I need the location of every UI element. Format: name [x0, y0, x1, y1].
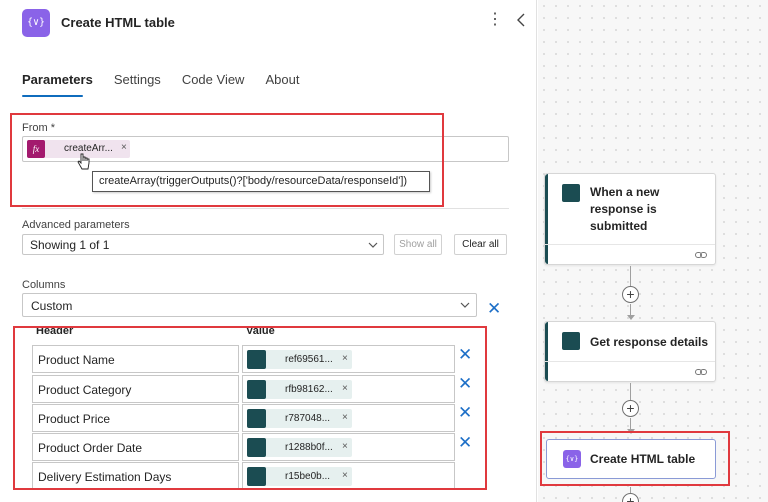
trigger-card[interactable]: When a new response is submitted	[544, 173, 716, 265]
collapse-panel-icon[interactable]	[515, 12, 527, 28]
card-title: Get response details	[590, 335, 709, 349]
more-options-icon[interactable]: ⋮	[487, 12, 503, 28]
highlight-columns	[13, 326, 487, 490]
columns-label: Columns	[22, 279, 66, 291]
card-divider	[545, 244, 715, 245]
card-title: When a new response is submitted	[590, 185, 660, 233]
tab-code-view[interactable]: Code View	[182, 72, 245, 87]
highlight-from	[10, 113, 444, 207]
link-icon	[695, 252, 707, 258]
active-tab-indicator	[22, 95, 83, 97]
highlight-create-html-card	[540, 431, 730, 486]
clear-all-button[interactable]: Clear all	[454, 234, 507, 255]
card-accent	[545, 322, 548, 381]
tab-settings[interactable]: Settings	[114, 72, 161, 87]
chevron-down-icon	[460, 302, 470, 308]
connector-arrow	[627, 315, 635, 320]
forms-icon	[562, 332, 580, 350]
columns-dropdown[interactable]: Custom	[22, 293, 477, 317]
advanced-parameters-dropdown[interactable]: Showing 1 of 1	[22, 234, 384, 255]
tab-parameters[interactable]: Parameters	[22, 72, 93, 87]
show-all-button[interactable]: Show all	[394, 234, 442, 255]
data-operation-icon: {∨}	[22, 9, 50, 37]
tab-bar: Parameters Settings Code View About	[22, 72, 320, 87]
section-divider	[22, 208, 509, 209]
get-response-details-card[interactable]: Get response details	[544, 321, 716, 382]
action-config-panel: {∨} Create HTML table ⋮ Parameters Setti…	[0, 0, 537, 502]
add-step-button[interactable]: +	[622, 286, 639, 303]
forms-icon	[562, 184, 580, 202]
tab-about[interactable]: About	[265, 72, 299, 87]
card-accent	[545, 174, 548, 264]
advanced-parameters-label: Advanced parameters	[22, 219, 130, 231]
panel-title: Create HTML table	[61, 15, 175, 30]
connector-line	[630, 383, 631, 400]
connector-line	[630, 266, 631, 286]
chevron-down-icon	[368, 242, 378, 248]
card-divider	[545, 361, 715, 362]
columns-value: Custom	[31, 299, 73, 313]
clear-columns-icon[interactable]: ✕	[487, 300, 501, 317]
advanced-parameters-value: Showing 1 of 1	[30, 238, 110, 252]
link-icon	[695, 369, 707, 375]
add-step-button[interactable]: +	[622, 400, 639, 417]
